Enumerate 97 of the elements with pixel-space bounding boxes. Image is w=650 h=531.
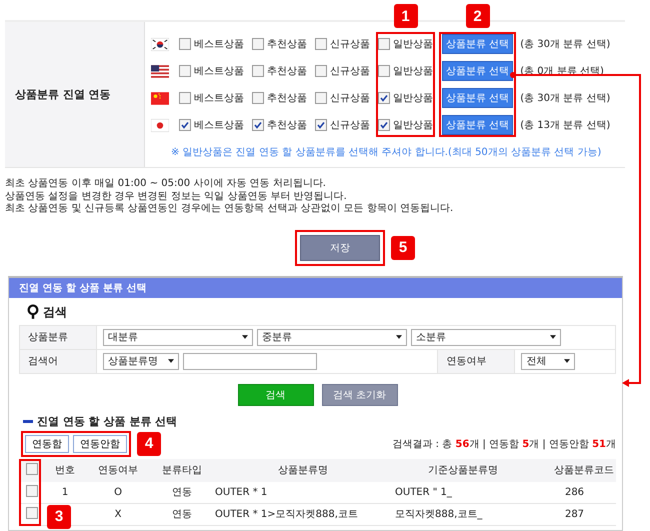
- section-title: 진열 연동 할 상품 분류 선택: [37, 414, 178, 428]
- option-label: 일반상품: [393, 92, 433, 105]
- category-dropdown[interactable]: 대분류: [103, 328, 253, 346]
- hint-text: ※ 일반상품은 진열 연동 할 상품분류를 선택해 주셔야 합니다.(최대 50개의 상품분류 선택 가능): [171, 146, 602, 159]
- checkbox[interactable]: [315, 38, 327, 50]
- result-summary: 검색결과 : 총 56개 | 연동함 5개 | 연동안함 51개: [392, 438, 616, 450]
- field-label: 검색어: [20, 349, 96, 373]
- column-header: 번호: [55, 465, 75, 476]
- checkbox[interactable]: [26, 462, 38, 474]
- caret-icon: [396, 335, 402, 339]
- checkbox[interactable]: [252, 119, 264, 131]
- save-button[interactable]: 저장: [300, 234, 380, 260]
- panel-title: 진열 연동 할 상품 분류 선택: [9, 278, 622, 298]
- flag-icon: [151, 38, 169, 50]
- field-label: 상품분류: [20, 325, 96, 349]
- column-header: 분류타입: [162, 465, 202, 476]
- category-select-button[interactable]: 상품분류 선택: [442, 88, 514, 108]
- option-label: 추천상품: [267, 38, 307, 51]
- table-cell: OUTER * 1: [215, 486, 268, 498]
- caret-icon: [242, 335, 248, 339]
- option-label: 추천상품: [267, 92, 307, 105]
- column-header: 상품분류명: [278, 465, 328, 476]
- bullet-icon: [23, 420, 33, 422]
- checkbox[interactable]: [179, 92, 191, 104]
- table-cell: O: [114, 486, 122, 498]
- checkbox[interactable]: [315, 119, 327, 131]
- callout-frame: [19, 458, 41, 526]
- link-toggle-button[interactable]: 연동안함: [73, 434, 127, 452]
- selection-count: (총 30개 분류 선택): [520, 38, 610, 51]
- table-cell: OUTER " 1_: [395, 486, 452, 498]
- option-label: 베스트상품: [194, 119, 244, 132]
- checkbox[interactable]: [378, 92, 390, 104]
- search-icon: [27, 304, 39, 320]
- table-cell: 모직자켓888,코트_: [395, 509, 482, 520]
- table-cell: X: [114, 508, 122, 520]
- callout-badge: 4: [137, 432, 161, 456]
- option-label: 추천상품: [267, 119, 307, 132]
- category-dropdown[interactable]: 중분류: [257, 328, 407, 346]
- option-label: 베스트상품: [194, 92, 244, 105]
- option-label: 신규상품: [330, 38, 370, 51]
- notice-text: 상품연동 설정을 변경한 경우 변경된 정보는 익일 상품연동 부터 반영됩니다.: [5, 190, 348, 203]
- column-header: 연동여부: [98, 465, 138, 476]
- column-header: 상품분류코드: [554, 465, 614, 476]
- category-select-button[interactable]: 상품분류 선택: [442, 34, 514, 54]
- checkbox[interactable]: [315, 92, 327, 104]
- settings-label: 상품분류 진열 연동: [5, 22, 145, 167]
- category-select-button[interactable]: 상품분류 선택: [442, 61, 514, 81]
- checkbox[interactable]: [378, 38, 390, 50]
- caret-icon: [564, 359, 570, 363]
- category-select-button[interactable]: 상품분류 선택: [442, 115, 514, 135]
- checkbox[interactable]: [378, 119, 390, 131]
- caret-icon: [168, 359, 174, 363]
- selection-count: (총 13개 분류 선택): [520, 119, 610, 132]
- callout-badge: 5: [391, 236, 415, 260]
- option-label: 베스트상품: [194, 65, 244, 78]
- flag-icon: [151, 64, 169, 78]
- link-status-dropdown[interactable]: 전체: [521, 352, 576, 370]
- checkbox[interactable]: [315, 65, 327, 77]
- callout-badge: 3: [47, 504, 71, 528]
- notice-text: 최초 상품연동 이후 매일 01:00 ~ 05:00 사이에 자동 연동 처리됩니다.: [5, 178, 327, 190]
- table-cell: 1: [62, 486, 68, 498]
- checkbox[interactable]: [26, 506, 38, 518]
- keyword-type-dropdown[interactable]: 상품분류명: [103, 352, 179, 370]
- checkbox[interactable]: [252, 38, 264, 50]
- table-cell: 286: [564, 486, 584, 498]
- callout-badge: 1: [394, 4, 418, 28]
- search-title: 검색: [43, 304, 67, 320]
- caret-icon: [550, 335, 556, 339]
- checkbox[interactable]: [252, 92, 264, 104]
- option-label: 일반상품: [393, 65, 433, 78]
- field-label: 연동여부: [438, 349, 515, 373]
- option-label: 베스트상품: [194, 38, 244, 51]
- table-cell: OUTER * 1>모직자켓888,코트: [215, 509, 358, 520]
- keyword-field[interactable]: [183, 352, 317, 370]
- option-label: 일반상품: [393, 38, 433, 51]
- checkbox[interactable]: [252, 65, 264, 77]
- column-header: 기준상품분류명: [428, 465, 498, 476]
- flag-icon: [151, 92, 169, 104]
- option-label: 일반상품: [393, 119, 433, 132]
- category-dropdown[interactable]: 소분류: [411, 328, 561, 346]
- option-label: 추천상품: [267, 65, 307, 78]
- link-toggle-button[interactable]: 연동함: [25, 434, 69, 452]
- callout-badge: 2: [466, 4, 490, 28]
- option-label: 신규상품: [330, 92, 370, 105]
- checkbox[interactable]: [179, 65, 191, 77]
- checkbox[interactable]: [179, 119, 191, 131]
- flag-icon: [151, 118, 169, 132]
- table-cell: 287: [564, 508, 584, 520]
- checkbox[interactable]: [26, 484, 38, 496]
- table-cell: 연동: [172, 509, 192, 520]
- option-label: 신규상품: [330, 119, 370, 132]
- table-cell: 연동: [172, 487, 192, 498]
- selection-count: (총 30개 분류 선택): [520, 92, 610, 105]
- notice-text: 최초 상품연동 및 신규등록 상품연동인 경우에는 연동항목 선택과 상관없이 모든 항목이 연동됩니다.: [5, 203, 454, 216]
- checkbox[interactable]: [179, 38, 191, 50]
- option-label: 신규상품: [330, 65, 370, 78]
- checkbox[interactable]: [378, 65, 390, 77]
